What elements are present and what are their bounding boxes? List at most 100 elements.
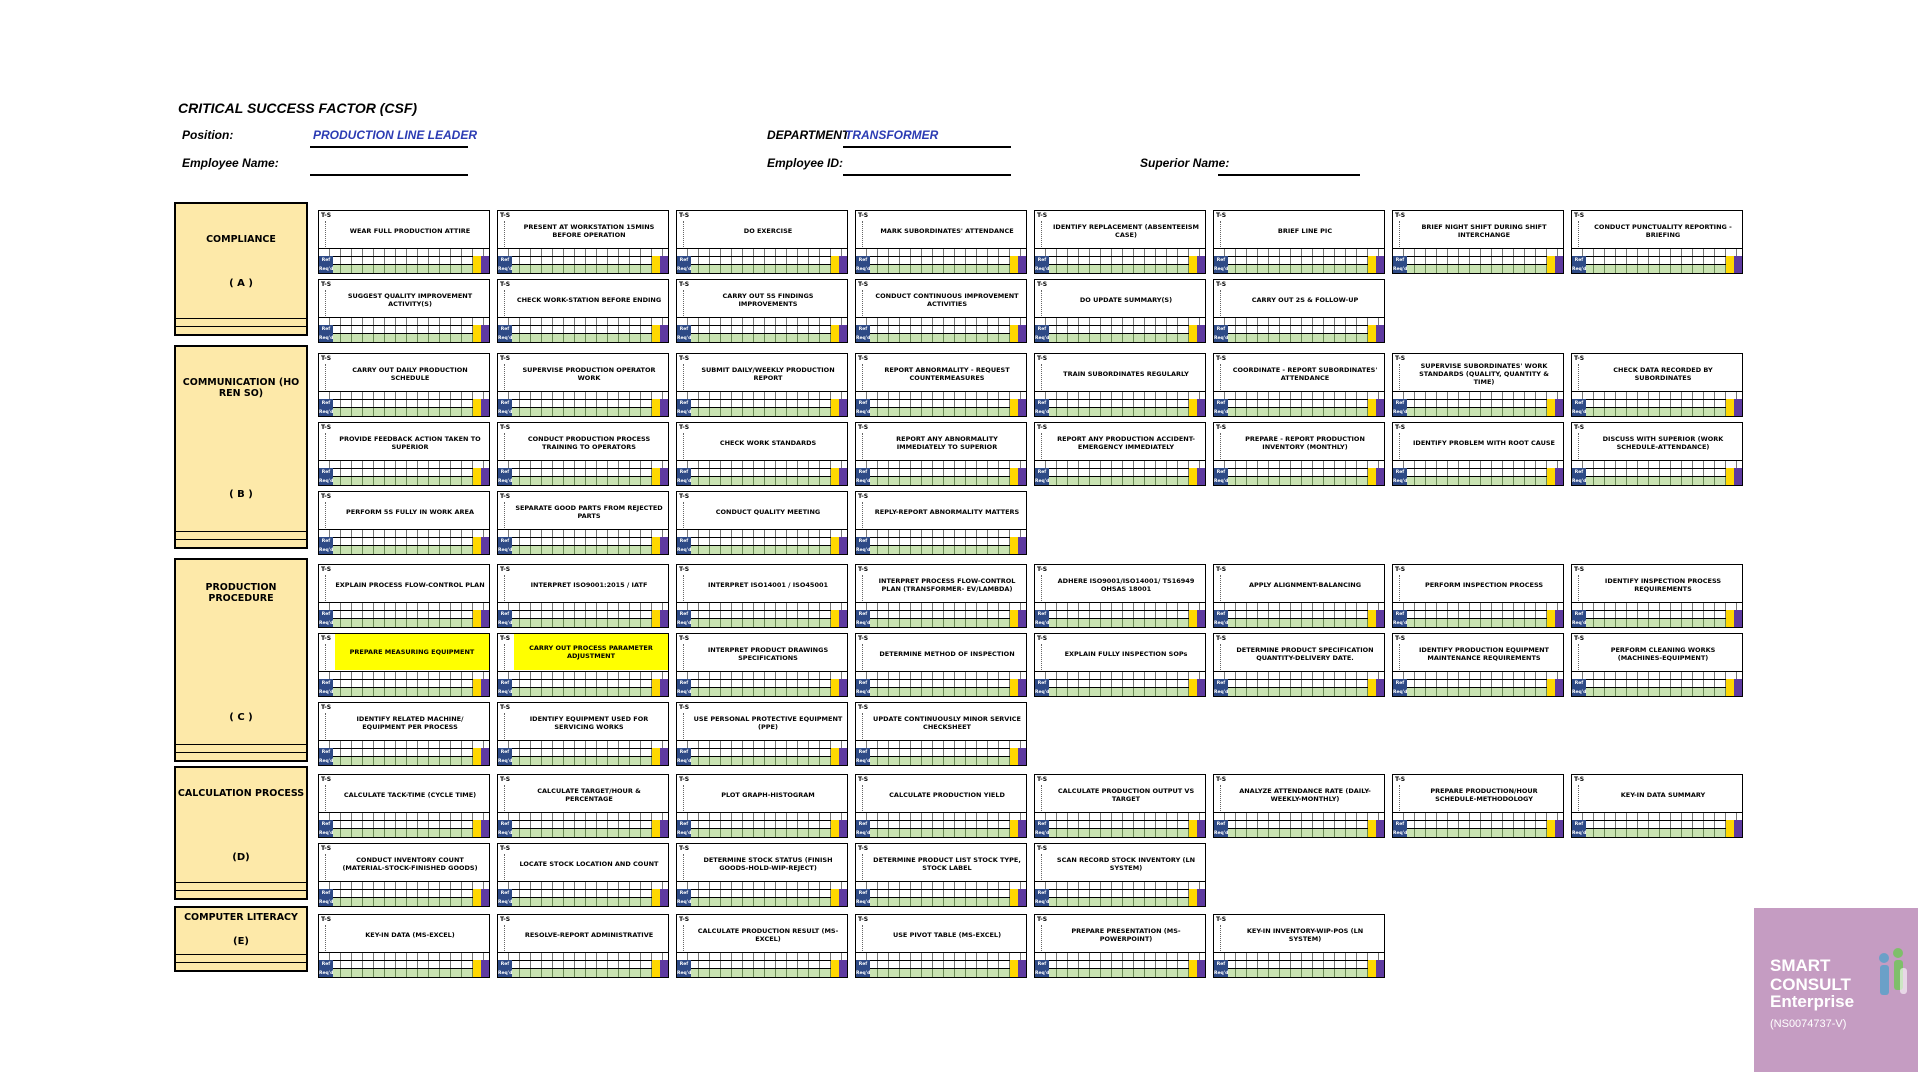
- rating-row[interactable]: [677, 618, 847, 627]
- task-card[interactable]: T-S DISCUSS WITH SUPERIOR (WORK SCHEDULE-…: [1571, 422, 1743, 486]
- rating-row[interactable]: [1393, 618, 1563, 627]
- rating-row[interactable]: [1572, 618, 1742, 627]
- task-card[interactable]: T-S PERFORM CLEANING WORKS (MACHINES-EQUI…: [1571, 633, 1743, 697]
- rating-row[interactable]: [319, 264, 489, 273]
- rating-row[interactable]: [856, 476, 1026, 485]
- rating-row[interactable]: [1214, 968, 1384, 977]
- task-card[interactable]: T-S ADHERE ISO9001/ISO14001/ TS16949 OHSA…: [1034, 564, 1206, 628]
- employee-id-field[interactable]: [843, 174, 1011, 176]
- position-value[interactable]: PRODUCTION LINE LEADER: [313, 128, 477, 142]
- task-card[interactable]: T-S DETERMINE METHOD OF INSPECTION Ref Req'…: [855, 633, 1027, 697]
- task-card[interactable]: T-S INTERPRET ISO9001:2015 / IATF Ref Req'd: [497, 564, 669, 628]
- rating-row[interactable]: [498, 897, 668, 906]
- rating-row[interactable]: [1572, 828, 1742, 837]
- rating-row[interactable]: [1572, 407, 1742, 416]
- rating-row[interactable]: [856, 828, 1026, 837]
- task-card[interactable]: T-S REPORT ABNORMALITY - REQUEST COUNTERM…: [855, 353, 1027, 417]
- task-card[interactable]: T-S USE PERSONAL PROTECTIVE EQUIPMENT (PP…: [676, 702, 848, 766]
- rating-row[interactable]: [677, 897, 847, 906]
- rating-row[interactable]: [677, 333, 847, 342]
- rating-row[interactable]: [1214, 476, 1384, 485]
- rating-row[interactable]: [1035, 687, 1205, 696]
- task-card[interactable]: T-S SUPERVISE PRODUCTION OPERATOR WORK Ref…: [497, 353, 669, 417]
- rating-row[interactable]: [319, 476, 489, 485]
- task-card[interactable]: T-S EXPLAIN FULLY INSPECTION SOPs Ref Req'd: [1034, 633, 1206, 697]
- task-card[interactable]: T-S CARRY OUT 2S & FOLLOW-UP Ref Req'd: [1213, 279, 1385, 343]
- rating-row[interactable]: [1035, 333, 1205, 342]
- task-card[interactable]: T-S DO EXERCISE Ref Req'd: [676, 210, 848, 274]
- task-card[interactable]: T-S BRIEF LINE PIC Ref Req'd: [1213, 210, 1385, 274]
- task-card[interactable]: T-S DETERMINE PRODUCT LIST STOCK TYPE, ST…: [855, 843, 1027, 907]
- rating-row[interactable]: [498, 264, 668, 273]
- task-card[interactable]: T-S PERFORM 5S FULLY IN WORK AREA Ref Req'd: [318, 491, 490, 555]
- rating-row[interactable]: [856, 545, 1026, 554]
- rating-row[interactable]: [856, 618, 1026, 627]
- rating-row[interactable]: [319, 897, 489, 906]
- task-card[interactable]: T-S IDENTIFY RELATED MACHINE/ EQUIPMENT P…: [318, 702, 490, 766]
- rating-row[interactable]: [1572, 476, 1742, 485]
- task-card[interactable]: T-S CHECK DATA RECORDED BY SUBORDINATES Re…: [1571, 353, 1743, 417]
- task-card[interactable]: T-S INTERPRET PROCESS FLOW-CONTROL PLAN (…: [855, 564, 1027, 628]
- rating-row[interactable]: [1214, 687, 1384, 696]
- rating-row[interactable]: [1214, 828, 1384, 837]
- rating-row[interactable]: [856, 687, 1026, 696]
- task-card[interactable]: T-S PERFORM INSPECTION PROCESS Ref Req'd: [1392, 564, 1564, 628]
- task-card[interactable]: T-S SUPERVISE SUBORDINATES' WORK STANDARD…: [1392, 353, 1564, 417]
- rating-row[interactable]: [677, 756, 847, 765]
- rating-row[interactable]: [856, 968, 1026, 977]
- task-card[interactable]: T-S KEY-IN INVENTORY-WIP-POS (LN SYSTEM) R…: [1213, 914, 1385, 978]
- task-card[interactable]: T-S PRESENT AT WORKSTATION 15MINS BEFORE …: [497, 210, 669, 274]
- rating-row[interactable]: [1035, 618, 1205, 627]
- superior-name-field[interactable]: [1218, 174, 1360, 176]
- rating-row[interactable]: [319, 407, 489, 416]
- task-card[interactable]: T-S CALCULATE PRODUCTION RESULT (MS-EXCEL…: [676, 914, 848, 978]
- department-value[interactable]: TRANSFORMER: [845, 128, 938, 142]
- rating-row[interactable]: [498, 545, 668, 554]
- task-card[interactable]: T-S CALCULATE TARGET/HOUR & PERCENTAGE Ref…: [497, 774, 669, 838]
- rating-row[interactable]: [498, 333, 668, 342]
- rating-row[interactable]: [677, 545, 847, 554]
- task-card[interactable]: T-S UPDATE CONTINUOUSLY MINOR SERVICE CHE…: [855, 702, 1027, 766]
- task-card[interactable]: T-S PREPARE PRESENTATION (MS-POWERPOINT) R…: [1034, 914, 1206, 978]
- task-card[interactable]: T-S REPLY-REPORT ABNORMALITY MATTERS Ref Re…: [855, 491, 1027, 555]
- task-card[interactable]: T-S IDENTIFY PRODUCTION EQUIPMENT MAINTEN…: [1392, 633, 1564, 697]
- task-card[interactable]: T-S IDENTIFY PROBLEM WITH ROOT CAUSE Ref Re…: [1392, 422, 1564, 486]
- rating-row[interactable]: [1035, 897, 1205, 906]
- rating-row[interactable]: [1393, 476, 1563, 485]
- rating-row[interactable]: [1393, 264, 1563, 273]
- task-card[interactable]: T-S MARK SUBORDINATES' ATTENDANCE Ref Req'd: [855, 210, 1027, 274]
- rating-row[interactable]: [1035, 476, 1205, 485]
- task-card[interactable]: T-S CONDUCT PUNCTUALITY REPORTING - BRIEF…: [1571, 210, 1743, 274]
- task-card[interactable]: T-S DETERMINE PRODUCT SPECIFICATION QUANT…: [1213, 633, 1385, 697]
- rating-row[interactable]: [319, 756, 489, 765]
- task-card[interactable]: T-S CHECK WORK STANDARDS Ref Req'd: [676, 422, 848, 486]
- task-card[interactable]: T-S TRAIN SUBORDINATES REGULARLY Ref Req'd: [1034, 353, 1206, 417]
- task-card[interactable]: T-S INTERPRET PRODUCT DRAWINGS SPECIFICAT…: [676, 633, 848, 697]
- rating-row[interactable]: [677, 407, 847, 416]
- rating-row[interactable]: [498, 756, 668, 765]
- rating-row[interactable]: [319, 545, 489, 554]
- rating-row[interactable]: [498, 476, 668, 485]
- employee-name-field[interactable]: [310, 174, 468, 176]
- rating-row[interactable]: [1393, 828, 1563, 837]
- rating-row[interactable]: [319, 687, 489, 696]
- rating-row[interactable]: [319, 968, 489, 977]
- task-card[interactable]: T-S ANALYZE ATTENDANCE RATE (DAILY-WEEKLY…: [1213, 774, 1385, 838]
- task-card[interactable]: T-S PROVIDE FEEDBACK ACTION TAKEN TO SUPE…: [318, 422, 490, 486]
- task-card[interactable]: T-S IDENTIFY EQUIPMENT USED FOR SERVICING…: [497, 702, 669, 766]
- rating-row[interactable]: [1035, 407, 1205, 416]
- rating-row[interactable]: [1393, 687, 1563, 696]
- task-card[interactable]: T-S SUGGEST QUALITY IMPROVEMENT ACTIVITY(…: [318, 279, 490, 343]
- rating-row[interactable]: [677, 687, 847, 696]
- task-card[interactable]: T-S RESOLVE-REPORT ADMINISTRATIVE Ref Req'd: [497, 914, 669, 978]
- rating-row[interactable]: [319, 333, 489, 342]
- rating-row[interactable]: [677, 264, 847, 273]
- task-card[interactable]: T-S PREPARE PRODUCTION/HOUR SCHEDULE-METH…: [1392, 774, 1564, 838]
- rating-row[interactable]: [856, 407, 1026, 416]
- rating-row[interactable]: [1572, 264, 1742, 273]
- task-card[interactable]: T-S REPORT ANY ABNORMALITY IMMEDIATELY TO…: [855, 422, 1027, 486]
- task-card[interactable]: T-S DETERMINE STOCK STATUS (FINISH GOODS-…: [676, 843, 848, 907]
- task-card[interactable]: T-S CONDUCT CONTINUOUS IMPROVEMENT ACTIVI…: [855, 279, 1027, 343]
- task-card[interactable]: T-S DO UPDATE SUMMARY(S) Ref Req'd: [1034, 279, 1206, 343]
- rating-row[interactable]: [1214, 407, 1384, 416]
